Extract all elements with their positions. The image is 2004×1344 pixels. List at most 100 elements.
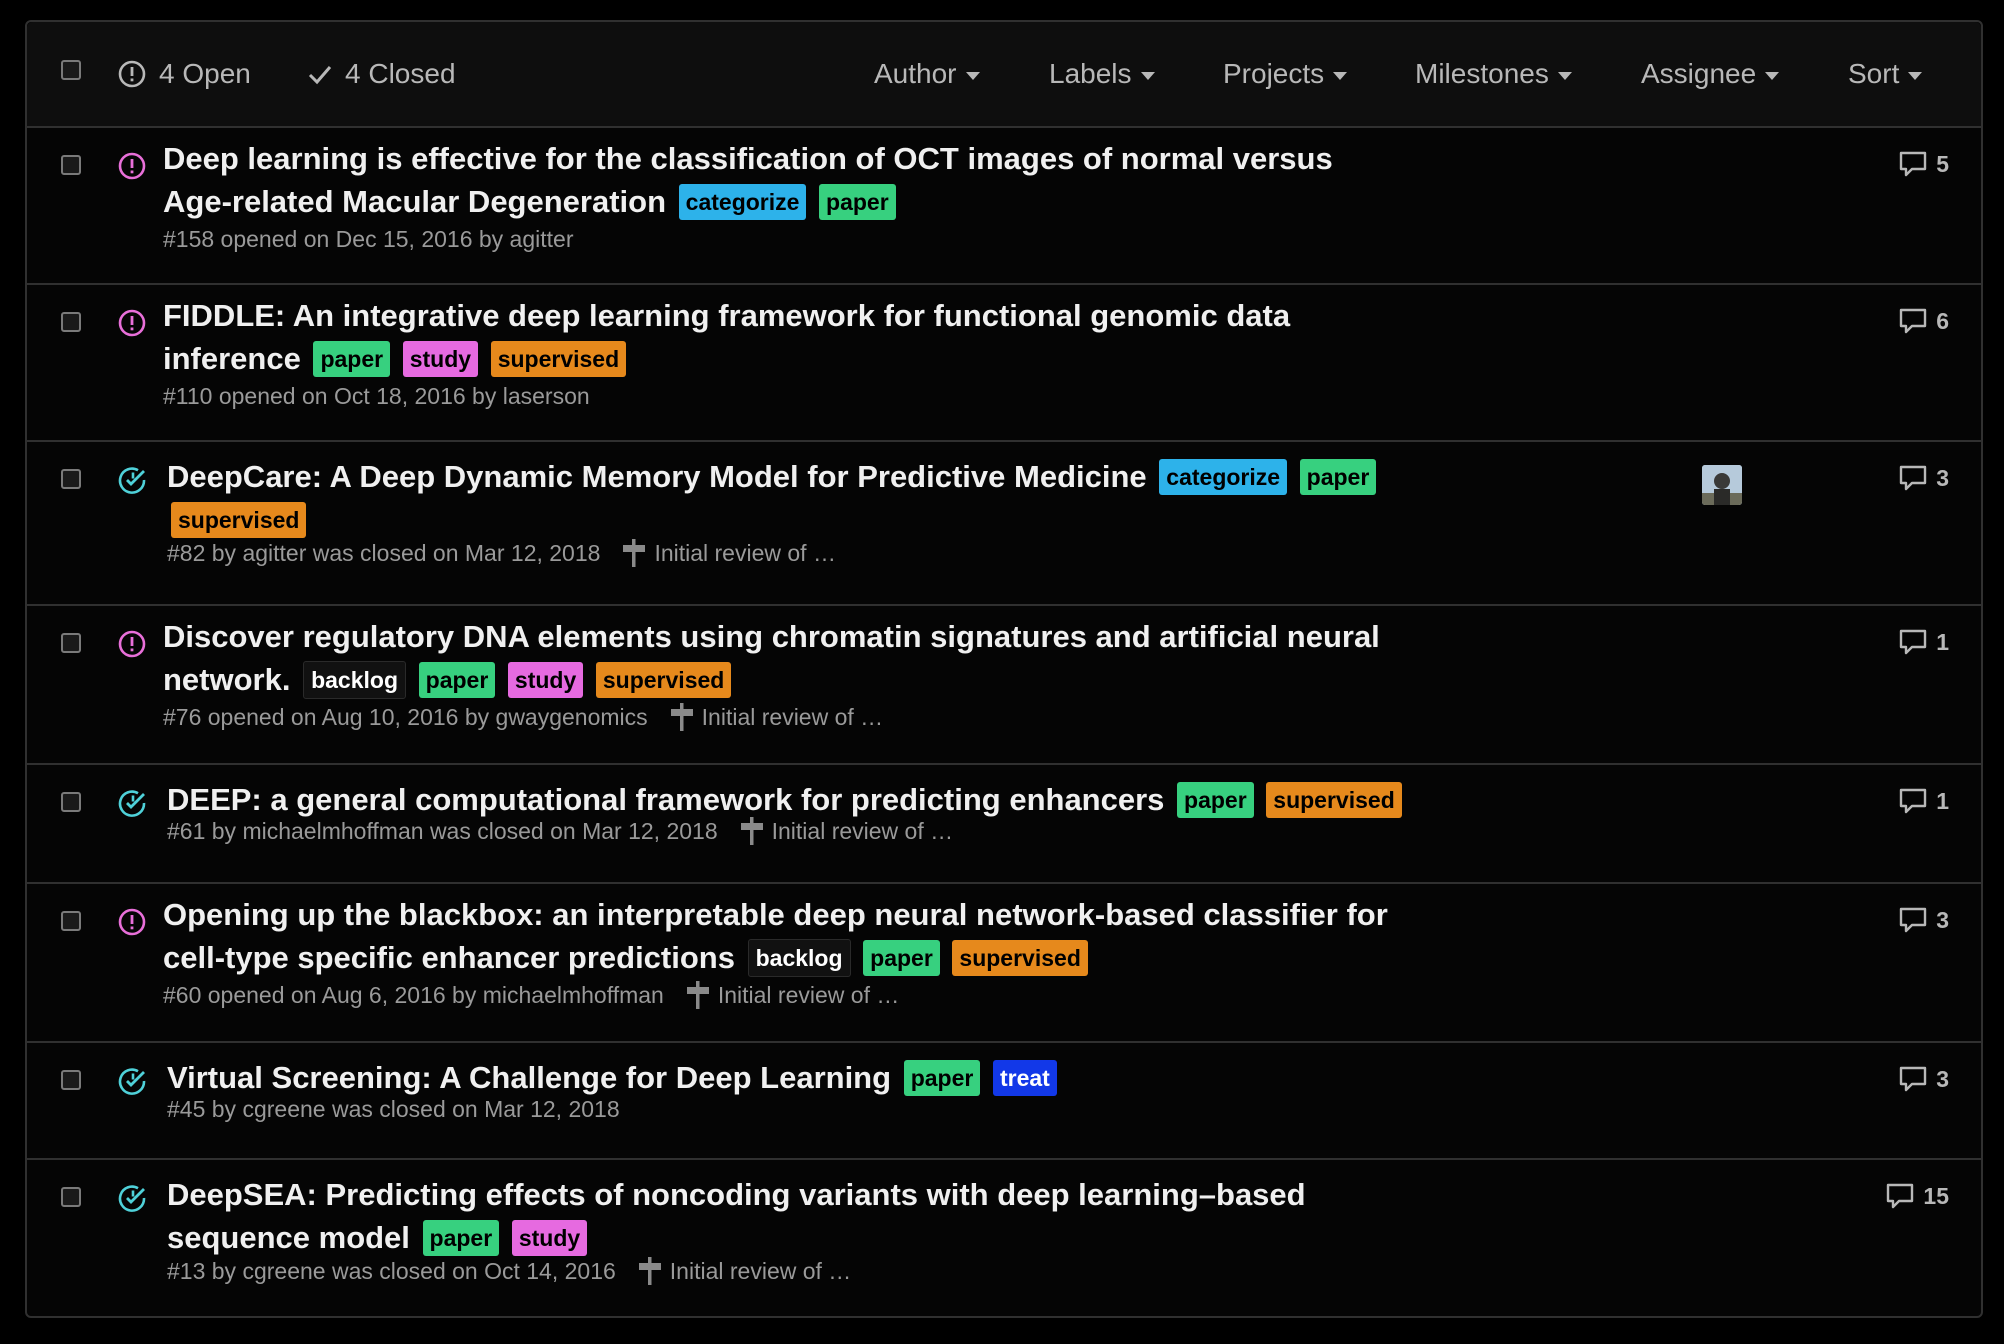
issue-title-link[interactable]: FIDDLE: An integrative deep learning fra… bbox=[163, 298, 1290, 333]
comments-link[interactable]: 1 bbox=[1898, 787, 1949, 815]
issue-title-link[interactable]: sequence model bbox=[167, 1220, 410, 1255]
select-all-checkbox[interactable] bbox=[61, 60, 81, 80]
issue-title-link[interactable]: network. bbox=[163, 662, 290, 697]
issue-title-link[interactable]: inference bbox=[163, 341, 301, 376]
label-treat[interactable]: treat bbox=[992, 1060, 1057, 1096]
label-categorize[interactable]: categorize bbox=[678, 184, 807, 220]
milestone-link[interactable]: Initial review of … bbox=[622, 537, 836, 569]
sort-dropdown[interactable]: Sort bbox=[1848, 22, 1923, 126]
issue-title-link[interactable]: Discover regulatory DNA elements using c… bbox=[163, 619, 1380, 654]
caret-down-icon bbox=[1140, 71, 1155, 80]
label-paper[interactable]: paper bbox=[903, 1060, 981, 1096]
comments-link[interactable]: 6 bbox=[1898, 307, 1949, 335]
issue-state bbox=[117, 1183, 149, 1220]
label-supervised[interactable]: supervised bbox=[952, 940, 1088, 976]
label-supervised[interactable]: supervised bbox=[490, 341, 627, 377]
label-categorize[interactable]: categorize bbox=[1159, 459, 1288, 495]
caret-down-icon bbox=[1765, 71, 1780, 80]
label-paper[interactable]: paper bbox=[863, 940, 940, 976]
issue-row[interactable]: DeepSEA: Predicting effects of noncoding… bbox=[27, 1160, 1981, 1316]
issue-title-link[interactable]: Deep learning is effective for the class… bbox=[163, 141, 1333, 176]
issue-title-link[interactable]: Age-related Macular Degeneration bbox=[163, 184, 666, 219]
issue-title-link[interactable]: Virtual Screening: A Challenge for Deep … bbox=[167, 1060, 891, 1095]
issue-row[interactable]: Deep learning is effective for the class… bbox=[27, 128, 1981, 285]
milestones-filter[interactable]: Milestones bbox=[1415, 22, 1572, 126]
label-backlog[interactable]: backlog bbox=[303, 661, 407, 699]
author-filter[interactable]: Author bbox=[874, 22, 980, 126]
milestone-link[interactable]: Initial review of … bbox=[670, 701, 884, 733]
label-paper[interactable]: paper bbox=[819, 184, 896, 220]
issue-title-link[interactable]: DeepCare: A Deep Dynamic Memory Model fo… bbox=[167, 459, 1147, 494]
label-backlog[interactable]: backlog bbox=[747, 939, 851, 977]
comments-link[interactable]: 3 bbox=[1898, 464, 1949, 492]
comment-icon bbox=[1900, 907, 1927, 933]
issue-title-link[interactable]: DEEP: a general computational framework … bbox=[167, 782, 1164, 817]
issue-row[interactable]: Discover regulatory DNA elements using c… bbox=[27, 606, 1981, 765]
comment-icon bbox=[1900, 151, 1927, 177]
issue-meta: #110 opened on Oct 18, 2016 by laserson bbox=[163, 382, 590, 409]
issue-title-link[interactable]: cell-type specific enhancer predictions bbox=[163, 940, 735, 975]
label-supervised[interactable]: supervised bbox=[595, 662, 732, 698]
issue-opened-icon bbox=[118, 630, 146, 658]
closed-issues-toggle[interactable]: 4 Closed bbox=[307, 22, 456, 126]
comment-icon bbox=[1900, 629, 1927, 655]
issue-meta: #76 opened on Aug 10, 2016 by gwaygenomi… bbox=[163, 703, 648, 730]
issue-checkbox[interactable] bbox=[61, 469, 81, 489]
label-paper[interactable]: paper bbox=[1299, 459, 1377, 495]
issue-row[interactable]: DeepCare: A Deep Dynamic Memory Model fo… bbox=[27, 442, 1981, 606]
comments-link[interactable]: 1 bbox=[1898, 628, 1949, 656]
issue-title: FIDDLE: An integrative deep learning fra… bbox=[163, 294, 1483, 380]
milestone-icon bbox=[670, 703, 693, 731]
issues-panel: 4 Open 4 Closed Author Labels Projects M… bbox=[25, 20, 1983, 1318]
label-paper[interactable]: paper bbox=[1177, 782, 1254, 818]
milestone-link[interactable]: Initial review of … bbox=[740, 815, 953, 847]
assignee-avatar[interactable] bbox=[1702, 465, 1742, 505]
issue-checkbox[interactable] bbox=[61, 155, 81, 175]
issue-meta-line: #76 opened on Aug 10, 2016 by gwaygenomi… bbox=[163, 701, 883, 733]
issue-title: Opening up the blackbox: an interpretabl… bbox=[163, 893, 1483, 979]
milestone-label: Initial review of … bbox=[701, 703, 884, 730]
issue-checkbox[interactable] bbox=[61, 312, 81, 332]
issue-row[interactable]: FIDDLE: An integrative deep learning fra… bbox=[27, 285, 1981, 442]
label-paper[interactable]: paper bbox=[418, 662, 496, 698]
comments-link[interactable]: 3 bbox=[1898, 1065, 1949, 1093]
projects-filter[interactable]: Projects bbox=[1223, 22, 1348, 126]
issue-meta-line: #45 by cgreene was closed on Mar 12, 201… bbox=[167, 1093, 620, 1125]
issue-state bbox=[117, 788, 149, 825]
issue-opened-icon bbox=[118, 60, 146, 88]
issue-checkbox[interactable] bbox=[61, 911, 81, 931]
issue-state bbox=[117, 151, 147, 186]
comment-icon bbox=[1900, 308, 1927, 334]
label-supervised[interactable]: supervised bbox=[1266, 782, 1402, 818]
label-paper[interactable]: paper bbox=[313, 341, 391, 377]
issue-row[interactable]: Virtual Screening: A Challenge for Deep … bbox=[27, 1043, 1981, 1160]
issue-checkbox[interactable] bbox=[61, 633, 81, 653]
issue-row[interactable]: DEEP: a general computational framework … bbox=[27, 765, 1981, 884]
milestone-link[interactable]: Initial review of … bbox=[638, 1255, 851, 1287]
issue-checkbox[interactable] bbox=[61, 1070, 81, 1090]
milestone-link[interactable]: Initial review of … bbox=[686, 979, 899, 1011]
issue-list: Deep learning is effective for the class… bbox=[27, 128, 1981, 1316]
issue-row[interactable]: Opening up the blackbox: an interpretabl… bbox=[27, 884, 1981, 1043]
label-paper[interactable]: paper bbox=[422, 1220, 500, 1256]
issue-closed-icon bbox=[118, 467, 146, 494]
issue-title-link[interactable]: Opening up the blackbox: an interpretabl… bbox=[163, 897, 1388, 932]
issue-checkbox[interactable] bbox=[61, 1187, 81, 1207]
label-study[interactable]: study bbox=[402, 341, 479, 377]
open-issues-toggle[interactable]: 4 Open bbox=[117, 22, 251, 126]
issue-meta: #61 by michaelmhoffman was closed on Mar… bbox=[167, 817, 718, 844]
comments-link[interactable]: 15 bbox=[1885, 1182, 1949, 1210]
label-supervised[interactable]: supervised bbox=[171, 502, 307, 538]
issue-meta: #158 opened on Dec 15, 2016 by agitter bbox=[163, 225, 574, 252]
label-study[interactable]: study bbox=[507, 662, 584, 698]
comment-icon bbox=[1900, 1066, 1927, 1092]
comments-link[interactable]: 5 bbox=[1898, 150, 1949, 178]
comments-link[interactable]: 3 bbox=[1898, 906, 1949, 934]
issue-checkbox[interactable] bbox=[61, 792, 81, 812]
issue-meta-line: #110 opened on Oct 18, 2016 by laserson bbox=[163, 380, 590, 412]
issue-meta-line: #158 opened on Dec 15, 2016 by agitter bbox=[163, 223, 574, 255]
issue-title-link[interactable]: DeepSEA: Predicting effects of noncoding… bbox=[167, 1177, 1306, 1212]
assignee-filter[interactable]: Assignee bbox=[1641, 22, 1780, 126]
label-study[interactable]: study bbox=[511, 1220, 588, 1256]
labels-filter[interactable]: Labels bbox=[1049, 22, 1155, 126]
